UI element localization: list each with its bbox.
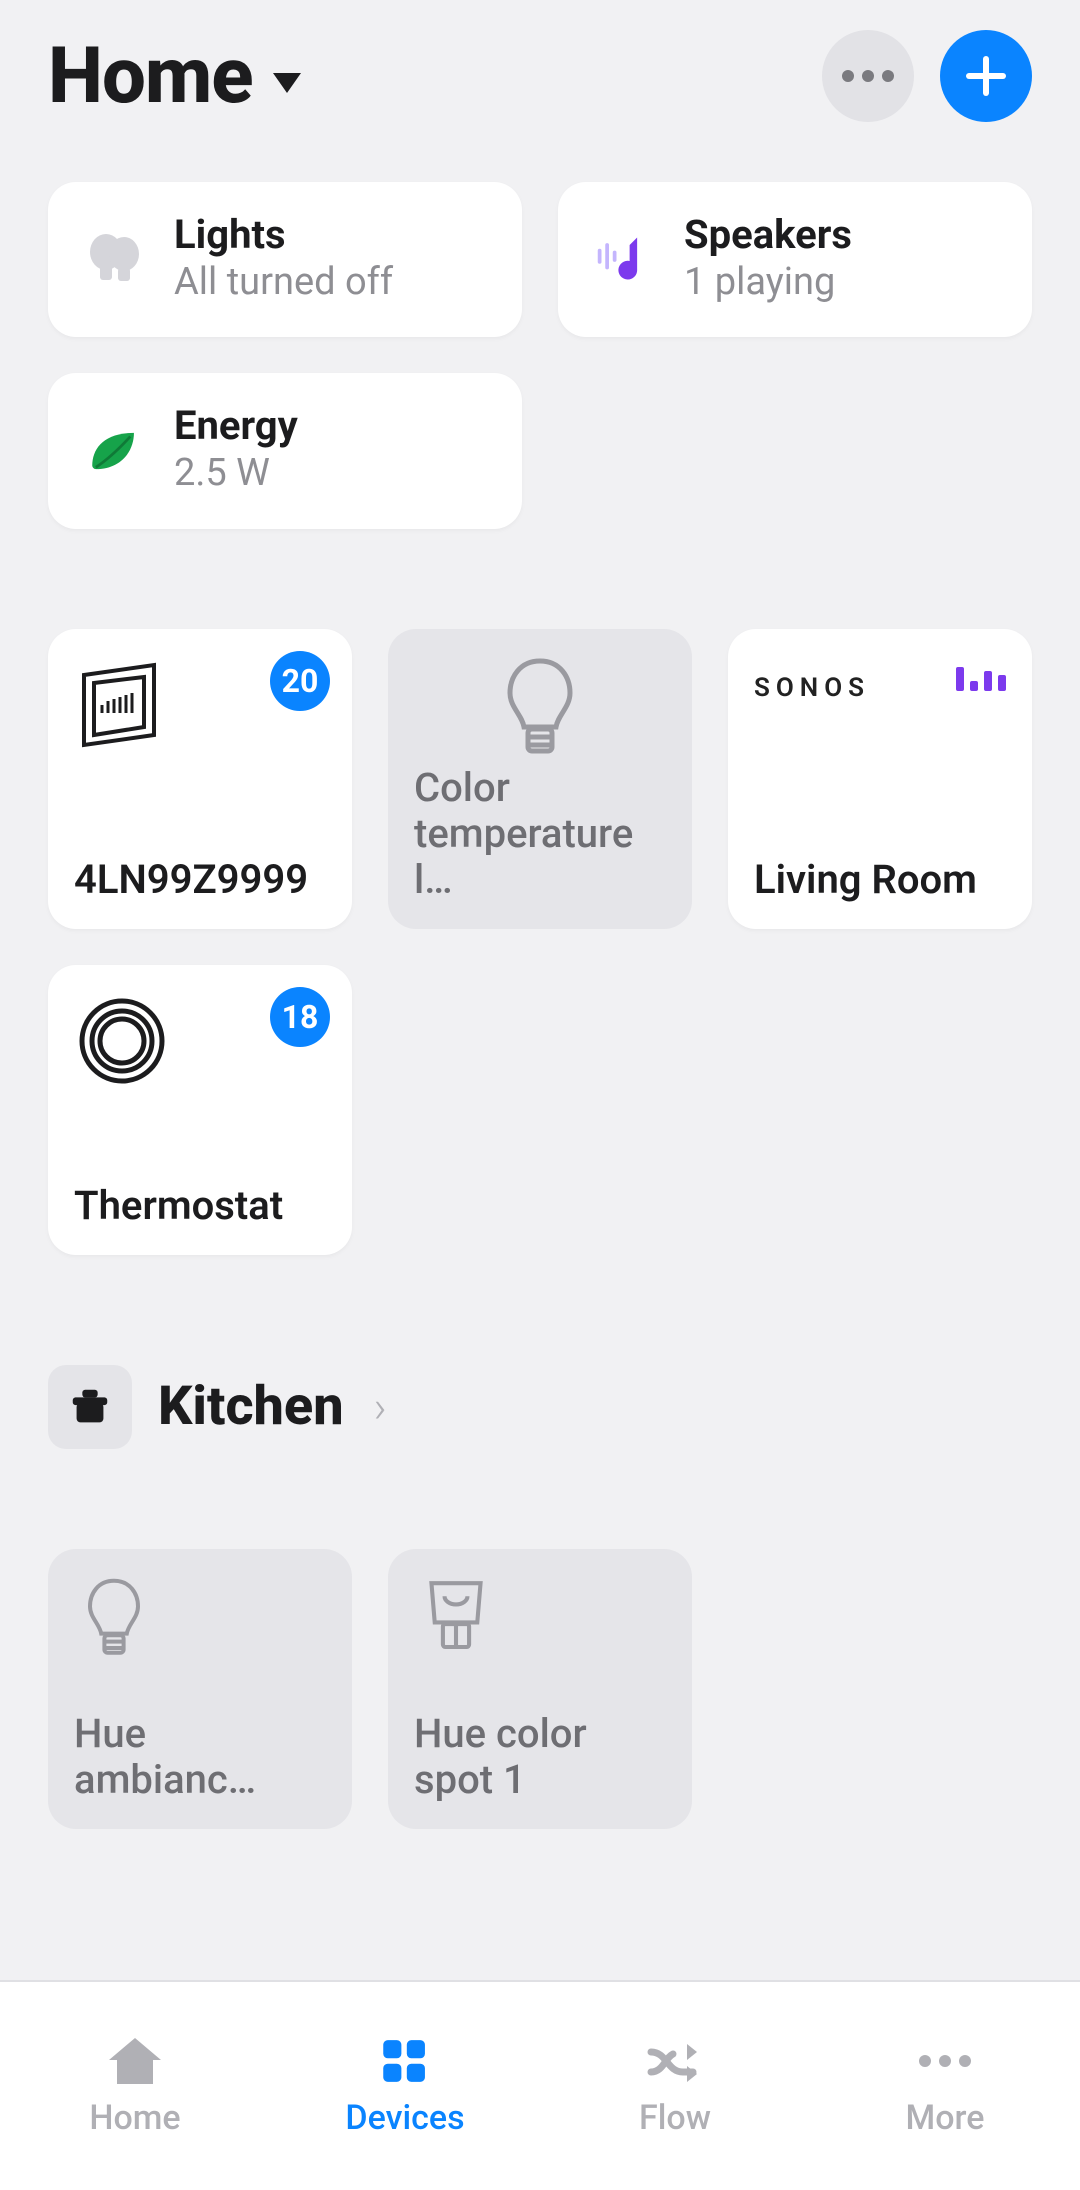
device-tile-thermostat[interactable]: 18 Thermostat bbox=[48, 965, 352, 1255]
summary-energy[interactable]: Energy 2.5 W bbox=[48, 373, 522, 528]
nav-flow[interactable]: Flow bbox=[540, 1982, 810, 2190]
chevron-right-icon: › bbox=[374, 1381, 387, 1433]
nav-label: Home bbox=[89, 2098, 180, 2138]
summary-status: All turned off bbox=[174, 258, 393, 307]
page-title: Home bbox=[48, 31, 253, 122]
bulb-icon bbox=[490, 655, 590, 765]
nav-label: More bbox=[906, 2098, 985, 2138]
device-label: Hue color spot 1 bbox=[414, 1711, 666, 1803]
room-name: Kitchen bbox=[158, 1375, 344, 1438]
grid-icon bbox=[373, 2034, 437, 2088]
nav-home[interactable]: Home bbox=[0, 1982, 270, 2190]
device-tile-sensor[interactable]: 20 4LN99Z9999 bbox=[48, 629, 352, 929]
device-label: Color temperature l… bbox=[414, 765, 666, 903]
leaf-icon bbox=[82, 419, 146, 483]
summary-status: 1 playing bbox=[684, 258, 852, 307]
kitchen-icon bbox=[48, 1365, 132, 1449]
device-tile-hue-ambiance[interactable]: Hue ambianc… bbox=[48, 1549, 352, 1829]
nav-label: Devices bbox=[345, 2098, 464, 2138]
more-options-button[interactable] bbox=[822, 30, 914, 122]
device-label: Living Room bbox=[754, 857, 1006, 903]
plus-icon bbox=[966, 56, 1006, 96]
badge: 20 bbox=[270, 651, 330, 711]
room-heading-kitchen[interactable]: Kitchen › bbox=[48, 1365, 1032, 1449]
device-label: 4LN99Z9999 bbox=[74, 857, 326, 903]
add-button[interactable] bbox=[940, 30, 1032, 122]
device-tile-sonos[interactable]: SONOS Living Room bbox=[728, 629, 1032, 929]
thermostat-icon bbox=[74, 991, 174, 1101]
bulbs-icon bbox=[82, 228, 146, 292]
summary-title: Speakers bbox=[684, 212, 852, 258]
sensor-display-icon bbox=[74, 655, 174, 765]
device-label: Thermostat bbox=[74, 1183, 326, 1229]
device-tile-hue-spot[interactable]: Hue color spot 1 bbox=[388, 1549, 692, 1829]
spot-bulb-icon bbox=[414, 1575, 498, 1665]
nav-more[interactable]: More bbox=[810, 1982, 1080, 2190]
device-label: Hue ambianc… bbox=[74, 1711, 326, 1803]
summary-lights[interactable]: Lights All turned off bbox=[48, 182, 522, 337]
caret-down-icon bbox=[273, 73, 301, 93]
bottom-nav: Home Devices Flow More bbox=[0, 1980, 1080, 2190]
playing-indicator-icon bbox=[956, 667, 1006, 691]
bulb-icon bbox=[74, 1575, 154, 1665]
home-icon bbox=[103, 2034, 167, 2088]
badge: 18 bbox=[270, 987, 330, 1047]
ellipsis-icon bbox=[842, 70, 894, 82]
summary-speakers[interactable]: Speakers 1 playing bbox=[558, 182, 1032, 337]
nav-label: Flow bbox=[639, 2098, 711, 2138]
more-icon bbox=[913, 2034, 977, 2088]
home-selector[interactable]: Home bbox=[48, 31, 301, 122]
summary-title: Energy bbox=[174, 403, 298, 449]
nav-devices[interactable]: Devices bbox=[270, 1982, 540, 2190]
sonos-logo: SONOS bbox=[754, 673, 870, 703]
summary-status: 2.5 W bbox=[174, 449, 298, 498]
summary-title: Lights bbox=[174, 212, 393, 258]
music-icon bbox=[592, 228, 656, 292]
device-tile-bulb[interactable]: Color temperature l… bbox=[388, 629, 692, 929]
flow-icon bbox=[643, 2034, 707, 2088]
